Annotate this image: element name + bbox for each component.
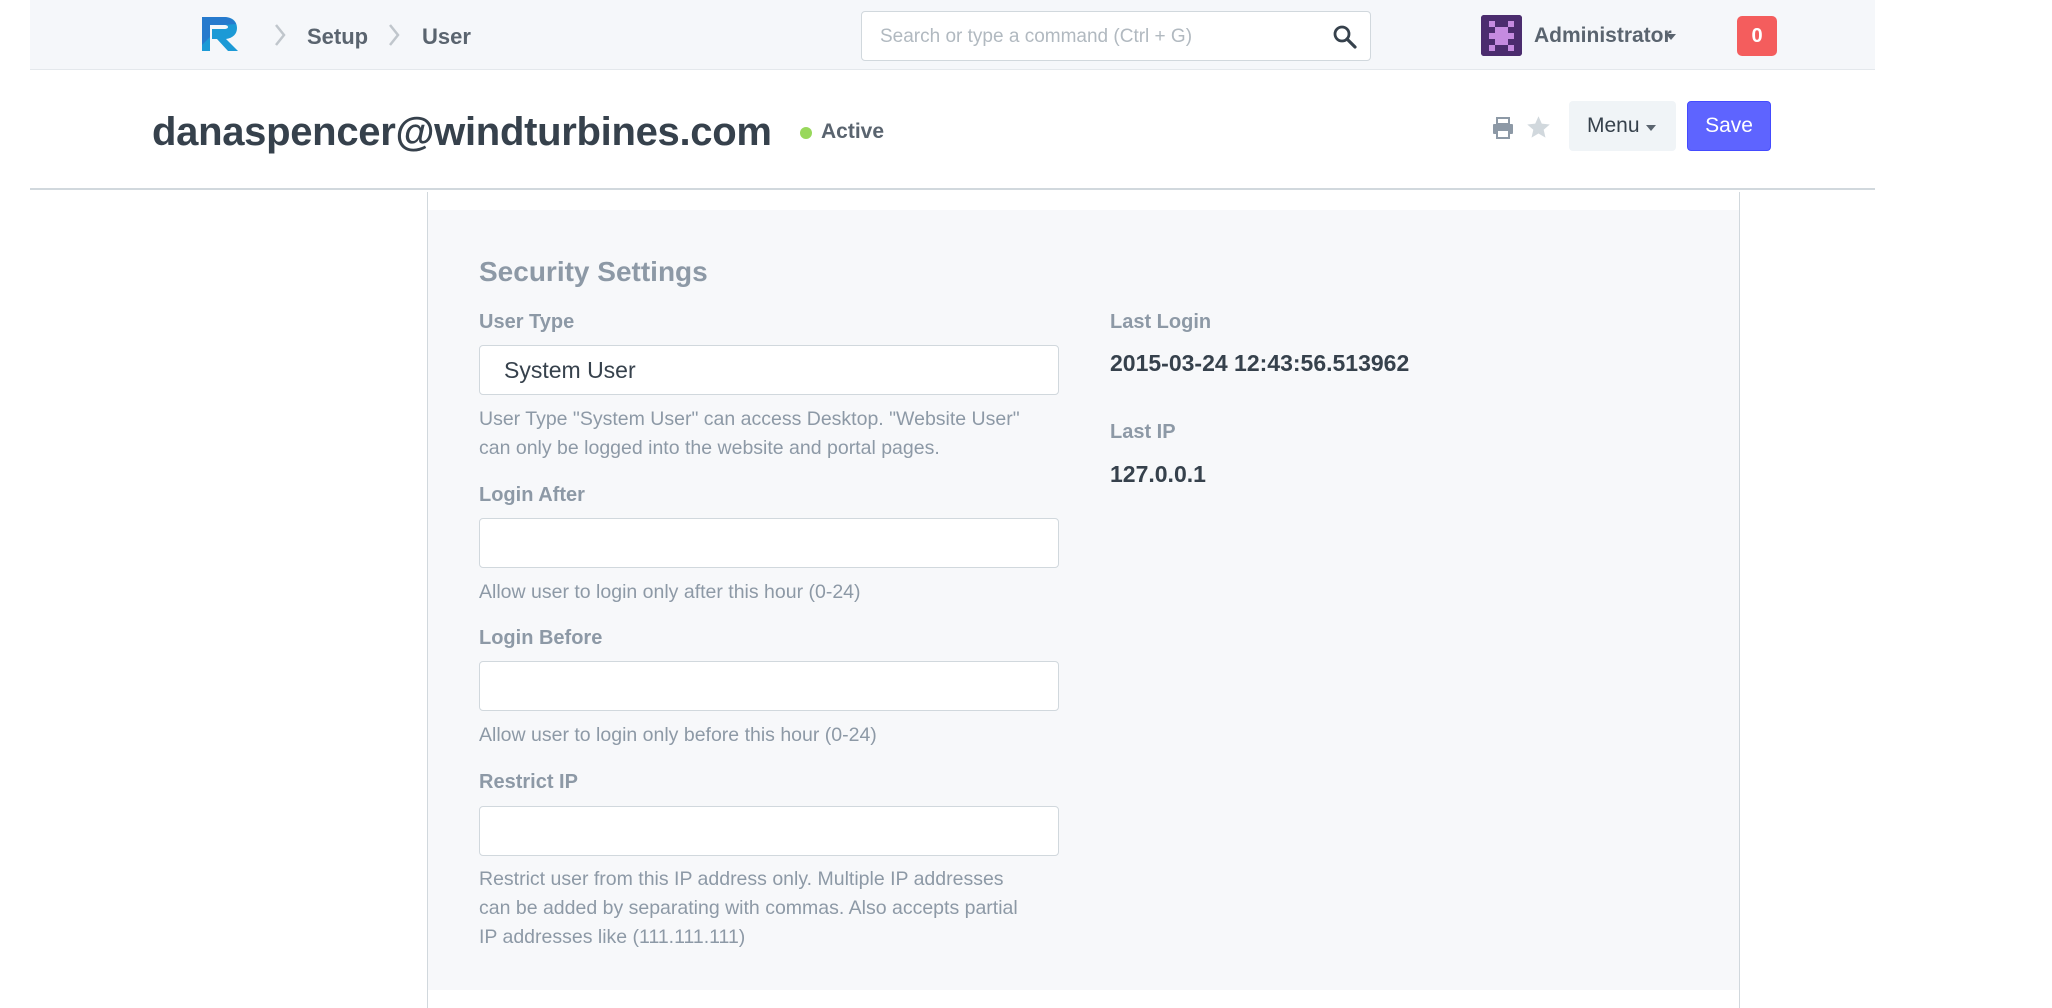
menu-button[interactable]: Menu xyxy=(1569,101,1676,151)
caret-down-icon xyxy=(1646,125,1656,131)
menu-button-label: Menu xyxy=(1587,114,1640,137)
last-login-value: 2015-03-24 12:43:56.513962 xyxy=(1110,350,1410,376)
status-indicator xyxy=(800,127,812,139)
avatar[interactable] xyxy=(1481,15,1522,56)
help-line: can be added by separating with commas. … xyxy=(479,897,1018,919)
login-after-label: Login After xyxy=(479,484,585,506)
search-box[interactable] xyxy=(861,11,1371,61)
search-icon[interactable] xyxy=(1332,24,1358,50)
form-card: Security Settings User Type User Type "S… xyxy=(427,192,1740,1008)
login-before-label: Login Before xyxy=(479,627,603,649)
user-menu-label[interactable]: Administrator xyxy=(1534,24,1672,48)
login-after-field[interactable] xyxy=(479,518,1059,568)
page-title: danaspencer@windturbines.com xyxy=(152,110,772,154)
last-ip-value: 127.0.0.1 xyxy=(1110,461,1206,487)
user-type-help: User Type "System User" can access Deskt… xyxy=(479,405,1079,463)
breadcrumb-user[interactable]: User xyxy=(422,24,471,50)
restrict-ip-help: Restrict user from this IP address only.… xyxy=(479,865,1079,952)
search-input[interactable] xyxy=(880,24,1320,50)
login-after-input[interactable] xyxy=(480,519,1058,567)
user-type-field[interactable] xyxy=(479,345,1059,395)
page-head: danaspencer@windturbines.com Active Menu… xyxy=(30,70,1875,190)
section-title: Security Settings xyxy=(479,256,708,287)
login-before-help: Allow user to login only before this hou… xyxy=(479,724,877,746)
restrict-ip-label: Restrict IP xyxy=(479,771,578,793)
restrict-ip-input[interactable] xyxy=(480,807,1058,855)
app-logo[interactable] xyxy=(200,15,240,53)
chevron-right-icon xyxy=(389,24,400,46)
notification-badge[interactable]: 0 xyxy=(1737,16,1777,56)
login-before-field[interactable] xyxy=(479,661,1059,711)
help-line: Restrict user from this IP address only.… xyxy=(479,868,1004,890)
restrict-ip-field[interactable] xyxy=(479,806,1059,856)
login-after-help: Allow user to login only after this hour… xyxy=(479,581,861,603)
user-type-input[interactable] xyxy=(480,346,1058,394)
user-type-label: User Type xyxy=(479,311,575,333)
caret-down-icon[interactable] xyxy=(1666,34,1676,40)
login-before-input[interactable] xyxy=(480,662,1058,710)
security-settings-section: Security Settings User Type User Type "S… xyxy=(428,210,1739,990)
print-icon[interactable] xyxy=(1490,115,1516,141)
help-line: can only be logged into the website and … xyxy=(479,437,940,459)
chevron-right-icon xyxy=(275,24,286,46)
status-badge: Active xyxy=(821,120,885,143)
help-line: User Type "System User" can access Deskt… xyxy=(479,408,1020,430)
last-ip-label: Last IP xyxy=(1110,421,1176,443)
navbar: Setup User Administrator 0 xyxy=(30,0,1875,70)
help-line: IP addresses like (111.111.111) xyxy=(479,926,746,948)
last-login-label: Last Login xyxy=(1110,311,1212,333)
save-button[interactable]: Save xyxy=(1687,101,1771,151)
breadcrumb-setup[interactable]: Setup xyxy=(307,24,368,50)
star-icon[interactable] xyxy=(1525,114,1552,141)
avatar-image xyxy=(1481,15,1522,56)
